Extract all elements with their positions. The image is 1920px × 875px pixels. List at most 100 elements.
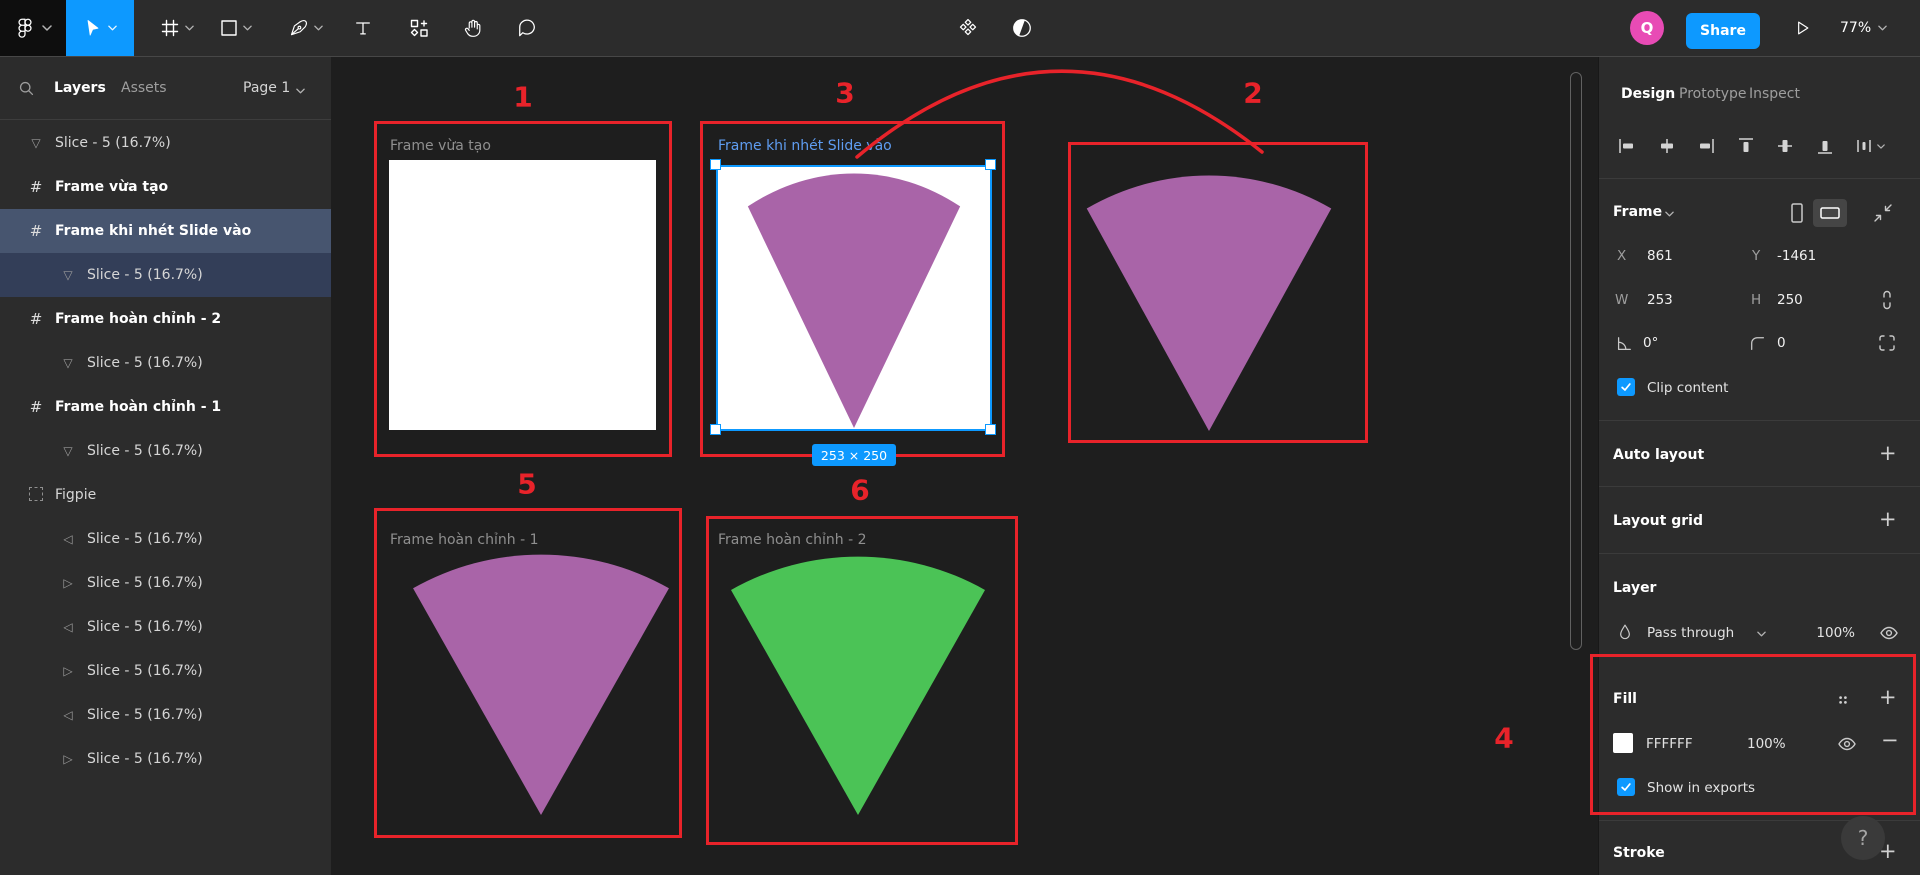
variants-tool-button[interactable] (946, 0, 990, 56)
layer-row-slice[interactable]: ▽ Slice - 5 (16.7%) (0, 121, 331, 165)
w-input[interactable]: 253 (1647, 292, 1673, 308)
pie-slice-purple[interactable] (1080, 170, 1338, 431)
portrait-orientation-icon[interactable] (1789, 202, 1805, 224)
theme-toggle-button[interactable] (1000, 0, 1044, 56)
diamond-cluster-icon (957, 17, 979, 39)
resources-tool-button[interactable] (398, 0, 440, 56)
pen-tool-button[interactable] (277, 0, 335, 56)
constrain-proportions-icon[interactable] (1877, 288, 1897, 312)
layer-opacity-input[interactable]: 100% (1805, 625, 1855, 641)
slice-triangle-left-icon: ◁ (58, 708, 78, 722)
layer-row-slice[interactable]: ◁ Slice - 5 (16.7%) (0, 517, 331, 561)
resize-to-fit-icon[interactable] (1873, 203, 1893, 223)
stroke-section-title: Stroke (1613, 845, 1665, 861)
frame5-title[interactable]: Frame hoàn chỉnh - 1 (390, 532, 538, 548)
layer-row-slice[interactable]: ▷ Slice - 5 (16.7%) (0, 649, 331, 693)
hand-tool-button[interactable] (452, 0, 494, 56)
blend-mode-dropdown[interactable]: Pass through (1647, 625, 1734, 641)
selection-handle-sw[interactable] (710, 424, 721, 435)
tab-inspect[interactable]: Inspect (1749, 86, 1800, 102)
layer-row-slice[interactable]: ▷ Slice - 5 (16.7%) (0, 737, 331, 781)
tab-layers[interactable]: Layers (54, 80, 106, 96)
inspector-panel: Design Prototype Inspect Frame X (1598, 56, 1920, 875)
search-icon[interactable] (18, 80, 35, 97)
zoom-level-control[interactable]: 77% (1840, 0, 1887, 56)
add-layout-grid-button[interactable]: + (1879, 511, 1897, 527)
main-menu-button[interactable] (0, 0, 66, 56)
layer-row-slice[interactable]: ▽ Slice - 5 (16.7%) (0, 429, 331, 473)
corner-radius-input[interactable]: 0 (1777, 335, 1786, 351)
slice-triangle-down-icon: ▽ (26, 136, 46, 150)
align-left-icon[interactable] (1617, 136, 1637, 156)
move-tool-button[interactable] (66, 0, 134, 56)
comment-tool-button[interactable] (506, 0, 548, 56)
y-input[interactable]: -1461 (1777, 248, 1816, 264)
text-tool-button[interactable] (344, 0, 382, 56)
frame6-title[interactable]: Frame hoàn chỉnh - 2 (718, 532, 866, 548)
layer-row-slice[interactable]: ◁ Slice - 5 (16.7%) (0, 605, 331, 649)
tab-prototype[interactable]: Prototype (1679, 86, 1747, 102)
help-button[interactable]: ? (1841, 816, 1885, 860)
clip-content-checkbox[interactable] (1617, 378, 1635, 396)
pie-slice-green[interactable] (724, 551, 992, 815)
selection-handle-se[interactable] (985, 424, 996, 435)
styles-dots-icon[interactable] (1835, 692, 1851, 708)
present-button[interactable] (1782, 0, 1822, 56)
layer-row-frame[interactable]: # Frame hoàn chỉnh - 2 (0, 297, 331, 341)
align-horizontal-center-icon[interactable] (1657, 136, 1677, 156)
chevron-down-icon (42, 25, 52, 31)
selection-handle-ne[interactable] (985, 159, 996, 170)
layer-row-slice[interactable]: ◁ Slice - 5 (16.7%) (0, 693, 331, 737)
frame-hash-icon: # (26, 310, 46, 328)
slice-triangle-left-icon: ◁ (58, 532, 78, 546)
align-vertical-center-icon[interactable] (1775, 136, 1795, 156)
independent-corners-icon[interactable] (1877, 333, 1897, 353)
layer-row-figpie[interactable]: Figpie (0, 473, 331, 517)
align-bottom-icon[interactable] (1815, 136, 1835, 156)
canvas-scrollbar[interactable] (1570, 72, 1582, 650)
remove-fill-button[interactable]: − (1881, 732, 1899, 748)
fill-color-swatch[interactable] (1613, 733, 1633, 753)
frame-section-title[interactable]: Frame (1613, 204, 1662, 220)
distribute-menu-button[interactable] (1854, 136, 1885, 156)
layer-row-frame-selected[interactable]: # Frame khi nhét Slide vào (0, 209, 331, 253)
rotation-input[interactable]: 0° (1643, 335, 1658, 351)
chevron-down-icon (296, 88, 305, 94)
layer-row-slice-selected[interactable]: ▽ Slice - 5 (16.7%) (0, 253, 331, 297)
x-input[interactable]: 861 (1647, 248, 1673, 264)
add-fill-button[interactable]: + (1879, 689, 1897, 705)
layer-row-frame[interactable]: # Frame vừa tạo (0, 165, 331, 209)
avatar[interactable]: Q (1630, 11, 1664, 45)
h-input[interactable]: 250 (1777, 292, 1803, 308)
play-icon (1792, 18, 1812, 38)
share-button[interactable]: Share (1686, 13, 1760, 49)
pie-slice-purple[interactable] (406, 549, 676, 815)
frame1-body[interactable] (389, 160, 656, 430)
align-right-icon[interactable] (1696, 136, 1716, 156)
layer-row-frame[interactable]: # Frame hoàn chỉnh - 1 (0, 385, 331, 429)
frame-tool-button[interactable] (148, 0, 206, 56)
landscape-orientation-button[interactable] (1813, 199, 1847, 227)
frame1-title[interactable]: Frame vừa tạo (390, 138, 491, 154)
pie-slice-purple[interactable] (742, 168, 966, 428)
fill-opacity-input[interactable]: 100% (1747, 736, 1786, 752)
layer-row-slice[interactable]: ▷ Slice - 5 (16.7%) (0, 561, 331, 605)
slice-triangle-right-icon: ▷ (58, 752, 78, 766)
align-top-icon[interactable] (1736, 136, 1756, 156)
fill-hex-input[interactable]: FFFFFF (1646, 736, 1693, 752)
tab-assets[interactable]: Assets (121, 80, 167, 96)
show-in-exports-checkbox[interactable] (1617, 778, 1635, 796)
page-selector[interactable]: Page 1 (243, 80, 290, 96)
layer-section-title: Layer (1613, 580, 1656, 596)
frame3-title[interactable]: Frame khi nhét Slide vào (718, 138, 892, 154)
eye-icon[interactable] (1879, 623, 1899, 643)
zoom-level-value: 77% (1840, 20, 1871, 36)
layer-row-slice[interactable]: ▽ Slice - 5 (16.7%) (0, 341, 331, 385)
add-auto-layout-button[interactable]: + (1879, 445, 1897, 461)
tab-design[interactable]: Design (1621, 86, 1675, 102)
slice-triangle-down-icon: ▽ (58, 268, 78, 282)
pen-icon (289, 18, 309, 38)
shape-tool-button[interactable] (207, 0, 265, 56)
selection-handle-nw[interactable] (710, 159, 721, 170)
eye-icon[interactable] (1837, 734, 1857, 754)
